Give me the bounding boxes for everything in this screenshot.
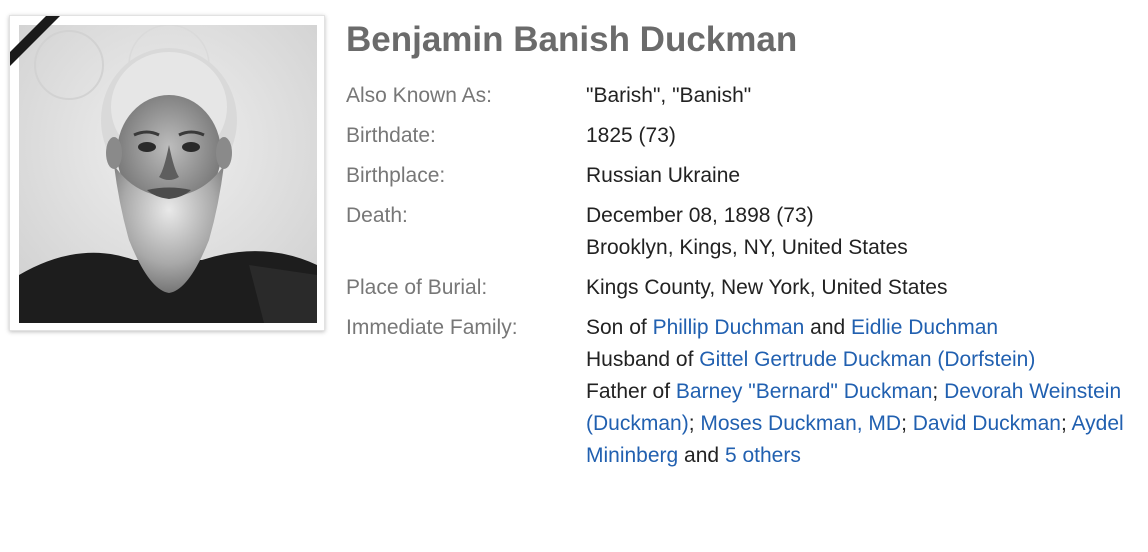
death-row: Death: December 08, 1898 (73) Brooklyn, …: [346, 200, 1126, 272]
father-link[interactable]: Phillip Duchman: [653, 316, 805, 339]
profile-details: Also Known As: "Barish", "Banish" Birthd…: [346, 80, 1126, 472]
and-text: and: [804, 316, 852, 339]
spouse-link[interactable]: Gittel Gertrude Duckman (Dorfstein): [699, 348, 1035, 371]
burial-value: Kings County, New York, United States: [586, 276, 948, 299]
family-label: Immediate Family:: [346, 316, 518, 339]
death-value: December 08, 1898 (73) Brooklyn, Kings, …: [586, 200, 1126, 264]
birthdate-row: Birthdate: 1825 (73): [346, 120, 1126, 160]
death-date: December 08, 1898 (73): [586, 204, 814, 227]
child-separator: ;: [688, 412, 701, 435]
son-of-text: Son of: [586, 316, 653, 339]
birthplace-value: Russian Ukraine: [586, 164, 741, 187]
family-row: Immediate Family: Son of Phillip Duchman…: [346, 312, 1126, 472]
burial-row: Place of Burial: Kings County, New York,…: [346, 272, 1126, 312]
and-text: and: [678, 444, 725, 467]
death-label: Death:: [346, 204, 408, 227]
birthplace-label: Birthplace:: [346, 164, 446, 187]
child-link-david[interactable]: David Duckman: [913, 412, 1061, 435]
aka-value: "Barish", "Banish": [586, 84, 752, 107]
profile-name: Benjamin Banish Duckman: [346, 20, 798, 59]
birthdate-value: 1825 (73): [586, 124, 676, 147]
birthdate-label: Birthdate:: [346, 124, 436, 147]
profile-photo-frame[interactable]: [9, 15, 325, 331]
father-of-text: Father of: [586, 380, 676, 403]
child-link-barney[interactable]: Barney "Bernard" Duckman: [676, 380, 933, 403]
child-separator: ;: [1061, 412, 1072, 435]
children-line: Father of Barney "Bernard" Duckman; Devo…: [586, 376, 1126, 472]
spouse-line: Husband of Gittel Gertrude Duckman (Dorf…: [586, 344, 1126, 376]
memorial-ribbon-icon: [10, 16, 70, 76]
burial-label: Place of Burial:: [346, 276, 488, 299]
child-separator: ;: [932, 380, 945, 403]
birthplace-row: Birthplace: Russian Ukraine: [346, 160, 1126, 200]
parents-line: Son of Phillip Duchman and Eidlie Duchma…: [586, 312, 1126, 344]
others-link[interactable]: 5 others: [725, 444, 801, 467]
aka-row: Also Known As: "Barish", "Banish": [346, 80, 1126, 120]
child-separator: ;: [901, 412, 907, 435]
mother-link[interactable]: Eidlie Duchman: [851, 316, 998, 339]
husband-of-text: Husband of: [586, 348, 700, 371]
family-value: Son of Phillip Duchman and Eidlie Duchma…: [586, 312, 1126, 472]
death-place: Brooklyn, Kings, NY, United States: [586, 236, 908, 259]
aka-label: Also Known As:: [346, 84, 492, 107]
child-link-moses[interactable]: Moses Duckman, MD: [700, 412, 901, 435]
